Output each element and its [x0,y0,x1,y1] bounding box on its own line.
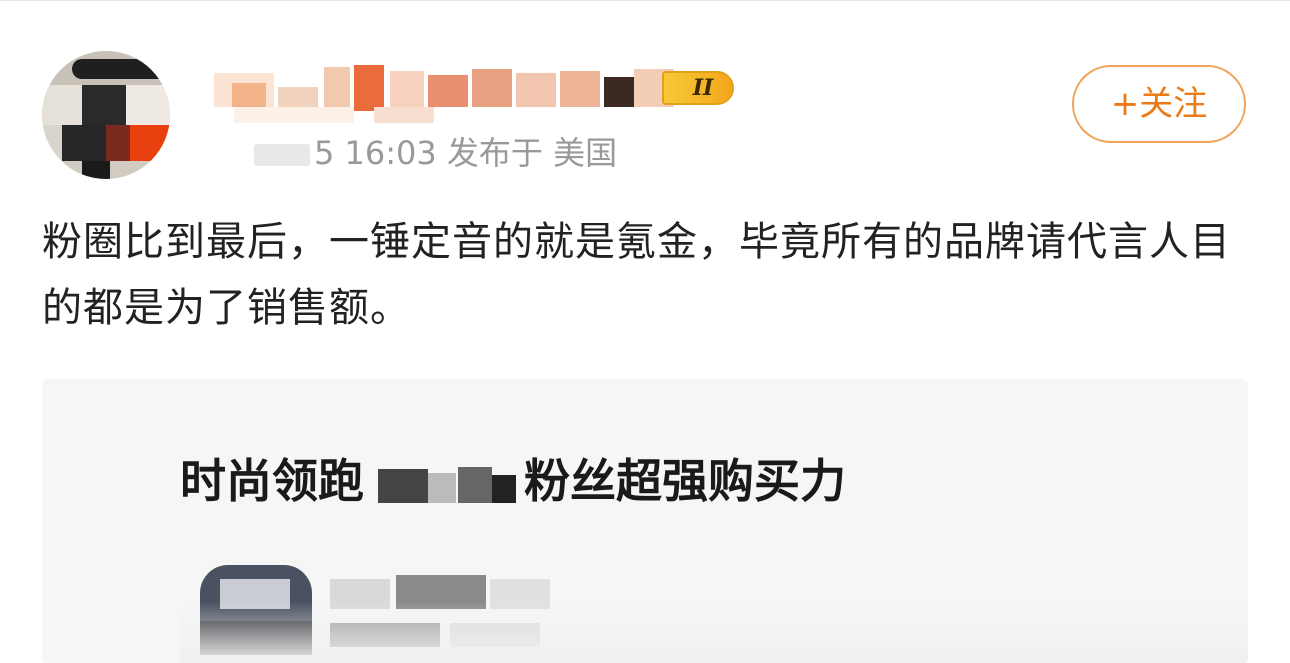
card-fade [180,601,1248,663]
redacted-date [254,144,310,166]
post-meta: 5 16:03 发布于 美国 [254,131,617,175]
weibo-post: II 5 16:03 发布于 美国 +关注 粉圈比到最后，一锤定音的就是氪金，毕… [0,0,1290,663]
article-title-prefix: 时尚领跑 [180,454,364,508]
post-time: 5 16:03 [314,134,437,172]
post-content: 粉圈比到最后，一锤定音的就是氪金，毕竟所有的品牌请代言人目的都是为了销售额。 [42,219,1231,331]
follow-button[interactable]: +关注 [1072,65,1246,143]
avatar[interactable] [42,51,170,179]
level-badge-icon: II [662,71,734,105]
embedded-article-card[interactable]: 时尚领跑 粉丝超强购买力 [42,379,1248,663]
username[interactable] [214,63,674,123]
redacted-name [364,463,524,507]
post-location: 发布于 美国 [446,134,618,172]
article-title[interactable]: 时尚领跑 粉丝超强购买力 [180,451,846,511]
article-title-suffix: 粉丝超强购买力 [524,454,846,508]
